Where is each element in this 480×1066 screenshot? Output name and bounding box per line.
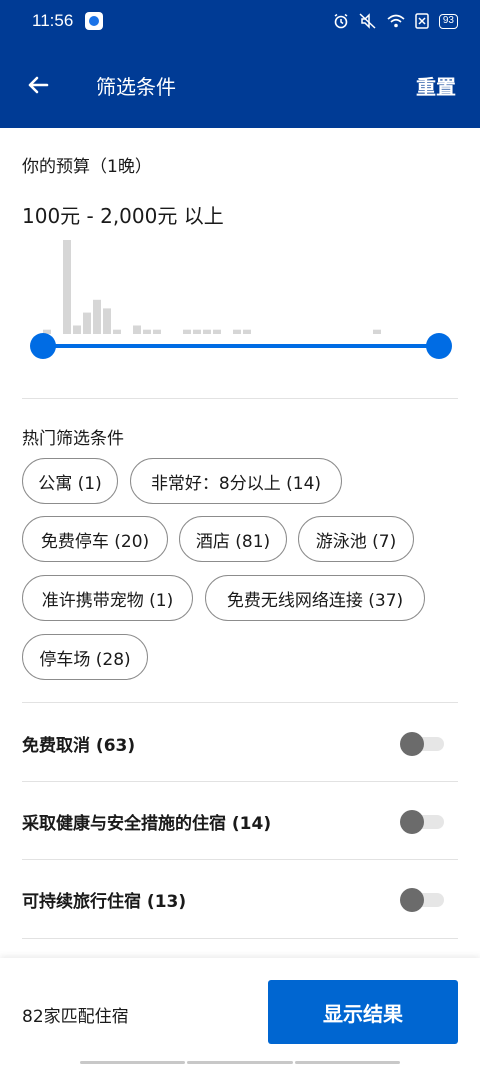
histogram-bar bbox=[83, 312, 91, 334]
price-histogram bbox=[43, 240, 381, 334]
page-title: 筛选条件 bbox=[96, 74, 176, 99]
divider bbox=[22, 398, 458, 399]
chip-swimming-pool[interactable]: 游泳池 (7) bbox=[298, 516, 414, 562]
wifi-icon bbox=[387, 14, 405, 28]
price-slider-max-handle[interactable] bbox=[426, 333, 452, 359]
status-time: 11:56 bbox=[32, 11, 74, 30]
histogram-bar bbox=[93, 299, 101, 334]
toggle-row-sustainable: 可持续旅行住宿 (13) bbox=[22, 860, 458, 938]
back-arrow-icon bbox=[28, 76, 49, 94]
chip-free-parking[interactable]: 免费停车 (20) bbox=[22, 516, 168, 562]
show-results-button[interactable]: 显示结果 bbox=[268, 980, 458, 1044]
price-slider-track bbox=[42, 344, 440, 348]
battery-icon: 93 bbox=[438, 13, 458, 29]
toggle-row-health-safety: 采取健康与安全措施的住宿 (14) bbox=[22, 782, 458, 860]
app-bar: 筛选条件 重置 bbox=[0, 42, 480, 128]
divider bbox=[22, 702, 458, 703]
budget-range: 100元 - 2,000元 以上 bbox=[22, 204, 224, 228]
home-indicator bbox=[80, 1061, 400, 1064]
histogram-bar bbox=[63, 240, 71, 334]
match-count: 82家匹配住宿 bbox=[22, 1007, 129, 1027]
app-notification-icon bbox=[85, 12, 104, 30]
toggle-row-free-cancellation: 免费取消 (63) bbox=[22, 704, 458, 782]
toggle-label: 免费取消 (63) bbox=[22, 735, 136, 756]
popular-filters-title: 热门筛选条件 bbox=[22, 429, 124, 449]
alarm-icon bbox=[334, 13, 348, 29]
chip-pets-allowed[interactable]: 准许携带宠物 (1) bbox=[22, 575, 193, 621]
free-cancellation-toggle[interactable] bbox=[400, 732, 444, 756]
price-slider[interactable] bbox=[30, 332, 452, 360]
chip-very-good-rating[interactable]: 非常好：8分以上 (14) bbox=[130, 458, 342, 504]
mute-icon bbox=[359, 13, 376, 29]
status-bar: 11:56 93 bbox=[0, 0, 480, 42]
reset-button[interactable]: 重置 bbox=[416, 71, 456, 100]
price-slider-min-handle[interactable] bbox=[30, 333, 56, 359]
chip-parking[interactable]: 停车场 (28) bbox=[22, 634, 148, 680]
divider bbox=[22, 938, 458, 939]
no-sim-icon bbox=[415, 13, 429, 29]
sustainable-toggle[interactable] bbox=[400, 888, 444, 912]
chip-free-wifi[interactable]: 免费无线网络连接 (37) bbox=[205, 575, 425, 621]
histogram-bar bbox=[103, 308, 111, 334]
chip-hotel[interactable]: 酒店 (81) bbox=[179, 516, 287, 562]
health-safety-toggle[interactable] bbox=[400, 810, 444, 834]
bottom-action-bar: 82家匹配住宿 显示结果 bbox=[0, 958, 480, 1066]
back-button[interactable] bbox=[18, 65, 58, 105]
chip-apartment[interactable]: 公寓 (1) bbox=[22, 458, 118, 504]
toggle-label: 可持续旅行住宿 (13) bbox=[22, 891, 187, 912]
status-icons: 93 bbox=[333, 13, 458, 29]
toggle-label: 采取健康与安全措施的住宿 (14) bbox=[22, 813, 272, 834]
budget-title: 你的预算（1晚） bbox=[22, 157, 152, 177]
